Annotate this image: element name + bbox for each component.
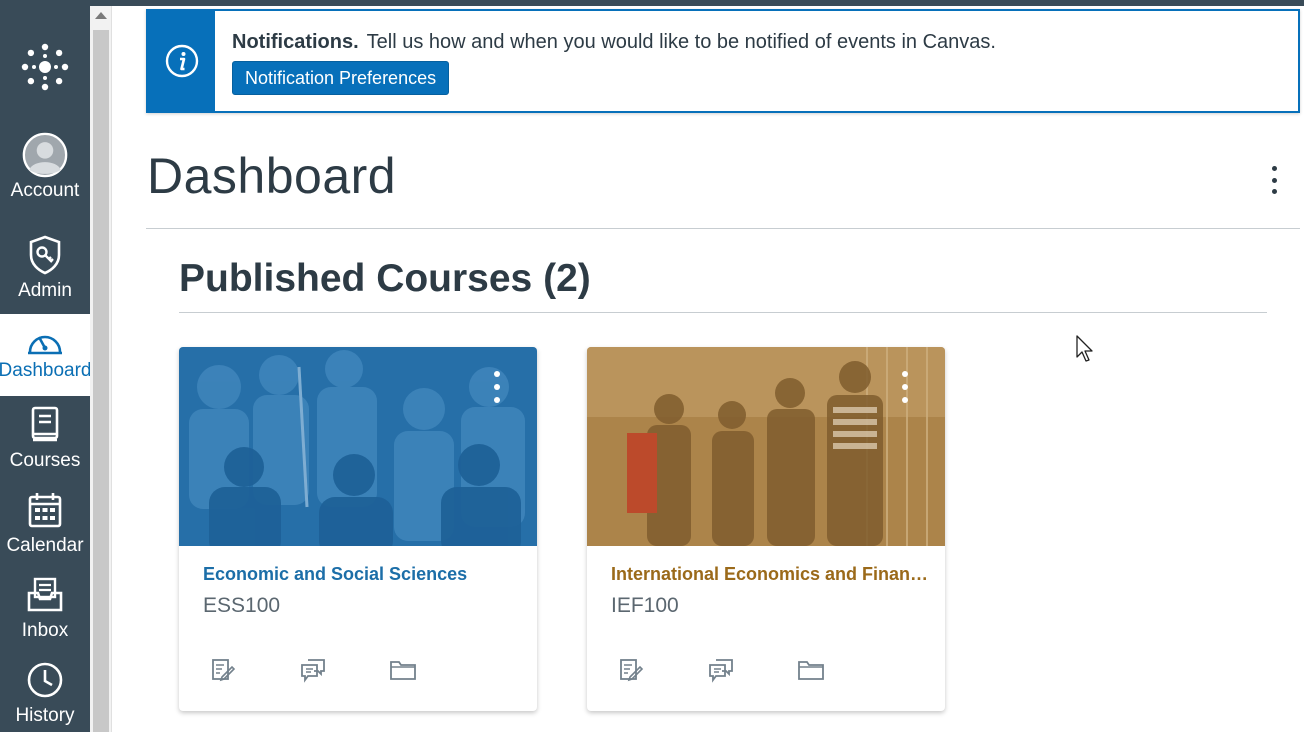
- nav-admin[interactable]: Admin: [0, 232, 90, 302]
- files-folder-icon[interactable]: [389, 656, 417, 684]
- divider: [146, 228, 1300, 229]
- course-card[interactable]: Economic and Social Sciences ESS100: [179, 347, 537, 711]
- nav-history-label: History: [15, 705, 75, 726]
- nav-inbox-label: Inbox: [21, 620, 69, 641]
- course-name-link[interactable]: Economic and Social Sciences: [203, 564, 521, 585]
- section-title: Published Courses (2): [179, 257, 591, 300]
- discussions-icon[interactable]: [707, 656, 735, 684]
- scroll-up-arrow-icon[interactable]: [95, 12, 107, 19]
- scrollbar[interactable]: [90, 0, 112, 732]
- course-card-image[interactable]: [587, 347, 945, 546]
- course-card[interactable]: International Economics and Finance IEF1…: [587, 347, 945, 711]
- course-card-image[interactable]: [179, 347, 537, 546]
- course-code: IEF100: [611, 594, 679, 617]
- history-clock-icon: [22, 657, 68, 703]
- info-icon: [148, 11, 215, 111]
- course-code: ESS100: [203, 594, 281, 617]
- nav-admin-label: Admin: [18, 280, 72, 301]
- card-options-kebab-icon[interactable]: [493, 371, 501, 403]
- nav-inbox[interactable]: Inbox: [0, 572, 90, 642]
- scrollbar-thumb[interactable]: [93, 30, 109, 732]
- nav-account[interactable]: Account: [0, 132, 90, 202]
- notification-title: Notifications.: [232, 31, 359, 53]
- nav-dashboard-label: Dashboard: [0, 360, 92, 381]
- course-name-link[interactable]: International Economics and Finance: [611, 564, 929, 585]
- assignments-icon[interactable]: [209, 656, 237, 684]
- global-navigation: Account Admin Dashboard Courses Calendar…: [0, 0, 92, 732]
- mouse-cursor-icon: [1076, 335, 1094, 368]
- nav-account-label: Account: [10, 180, 80, 201]
- dashboard-gauge-icon: [22, 326, 68, 358]
- dashboard-options-kebab-icon[interactable]: [1262, 162, 1286, 198]
- nav-calendar[interactable]: Calendar: [0, 487, 90, 557]
- assignments-icon[interactable]: [617, 656, 645, 684]
- nav-history[interactable]: History: [0, 657, 90, 727]
- nav-courses-label: Courses: [9, 450, 81, 471]
- canvas-logo-icon[interactable]: [0, 30, 90, 104]
- avatar: [22, 132, 68, 178]
- admin-shield-icon: [22, 232, 68, 278]
- files-folder-icon[interactable]: [797, 656, 825, 684]
- window-top-bar: [0, 0, 1304, 6]
- nav-calendar-label: Calendar: [6, 535, 84, 556]
- courses-book-icon: [22, 402, 68, 448]
- notification-message: Notifications. Tell us how and when you w…: [232, 31, 996, 54]
- nav-courses[interactable]: Courses: [0, 402, 90, 472]
- divider: [179, 312, 1267, 313]
- inbox-tray-icon: [22, 572, 68, 618]
- nav-dashboard[interactable]: Dashboard: [0, 314, 92, 396]
- calendar-icon: [22, 487, 68, 533]
- discussions-icon[interactable]: [299, 656, 327, 684]
- card-options-kebab-icon[interactable]: [901, 371, 909, 403]
- page-title: Dashboard: [147, 148, 397, 204]
- notification-banner: Notifications. Tell us how and when you w…: [146, 9, 1300, 113]
- notification-preferences-button[interactable]: Notification Preferences: [232, 61, 450, 95]
- notification-text: Tell us how and when you would like to b…: [366, 31, 996, 53]
